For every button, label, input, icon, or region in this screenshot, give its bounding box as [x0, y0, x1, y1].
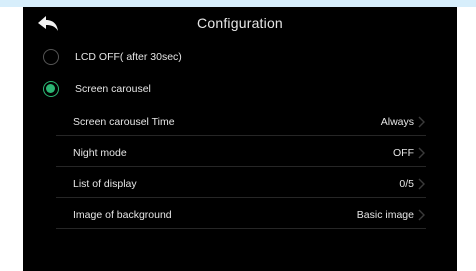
option-lcd-off-label: LCD OFF( after 30sec)	[75, 51, 182, 63]
setting-value: Always	[380, 116, 414, 128]
setting-label: List of display	[73, 178, 137, 190]
setting-night-mode[interactable]: Night mode OFF	[56, 139, 426, 167]
option-screen-carousel-label: Screen carousel	[75, 83, 151, 95]
setting-label: Image of background	[73, 209, 172, 221]
setting-label: Screen carousel Time	[73, 116, 175, 128]
chevron-right-icon	[418, 116, 426, 128]
setting-screen-carousel-time[interactable]: Screen carousel Time Always	[56, 108, 426, 136]
header: Configuration	[23, 7, 457, 41]
setting-label: Night mode	[73, 147, 127, 159]
setting-value: 0/5	[399, 178, 414, 190]
top-strip	[0, 0, 476, 7]
setting-value: Basic image	[356, 209, 414, 221]
configuration-screen: Configuration LCD OFF( after 30sec) Scre…	[23, 7, 457, 271]
setting-list-of-display[interactable]: List of display 0/5	[56, 170, 426, 198]
option-screen-carousel[interactable]: Screen carousel	[43, 75, 439, 103]
radio-unselected-icon	[43, 49, 59, 65]
setting-image-of-background[interactable]: Image of background Basic image	[56, 201, 426, 229]
chevron-right-icon	[418, 178, 426, 190]
chevron-right-icon	[418, 147, 426, 159]
setting-value: OFF	[393, 147, 414, 159]
chevron-right-icon	[418, 209, 426, 221]
radio-selected-icon	[43, 81, 59, 97]
page-title: Configuration	[197, 15, 283, 31]
option-lcd-off[interactable]: LCD OFF( after 30sec)	[43, 43, 439, 71]
